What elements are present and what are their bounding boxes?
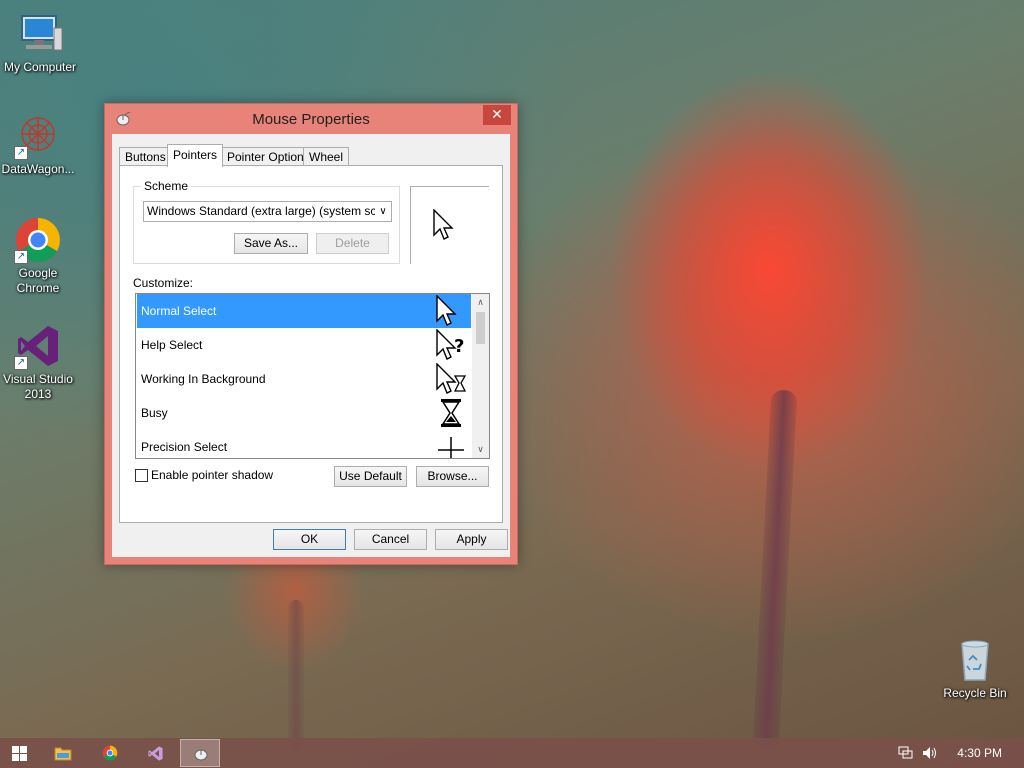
desktop-icon-label: Google Chrome: [16, 266, 60, 295]
scheme-dropdown[interactable]: Windows Standard (extra large) (system s…: [143, 201, 392, 222]
desktop-icon-google-chrome[interactable]: ↗ Google Chrome: [0, 216, 78, 296]
desktop-icon-label: Visual Studio 2013: [3, 372, 73, 401]
wallpaper-flower-stem-small: [288, 600, 304, 750]
recycle-bin-icon: [951, 636, 999, 684]
wallpaper-flower-stem: [752, 389, 798, 751]
taskbar-file-explorer[interactable]: [43, 739, 83, 767]
mouse-properties-window: Mouse Properties ✕ Buttons Pointers Poin…: [104, 103, 518, 565]
desktop-icon-datawagon[interactable]: ↗ DataWagon...: [0, 112, 78, 177]
close-button[interactable]: ✕: [483, 105, 511, 125]
list-item[interactable]: Help Select ?: [137, 328, 471, 362]
desktop-icon-recycle-bin[interactable]: Recycle Bin: [935, 636, 1015, 701]
delete-button[interactable]: Delete: [316, 233, 389, 254]
desktop-icon-my-computer[interactable]: My Computer: [0, 10, 80, 75]
start-button[interactable]: [0, 739, 40, 767]
browse-button[interactable]: Browse...: [416, 466, 489, 487]
tab-pointer-options[interactable]: Pointer Options: [221, 147, 316, 166]
pointer-name: Busy: [141, 406, 168, 420]
list-item[interactable]: Working In Background: [137, 362, 471, 396]
svg-text:?: ?: [454, 336, 464, 357]
close-icon: ✕: [491, 106, 503, 122]
save-as-button[interactable]: Save As...: [234, 233, 308, 254]
taskbar-chrome[interactable]: [90, 739, 130, 767]
taskbar-clock[interactable]: 4:30 PM: [957, 746, 1002, 760]
scheme-legend: Scheme: [141, 179, 192, 193]
scroll-thumb[interactable]: [476, 312, 485, 344]
chevron-down-icon[interactable]: ∨: [472, 441, 489, 458]
enable-pointer-shadow-checkbox[interactable]: [135, 469, 148, 482]
chrome-icon: ↗: [14, 216, 62, 264]
pointer-name: Help Select: [141, 338, 203, 352]
crosshair-cursor-icon: [438, 437, 464, 458]
desktop-icon-label: Recycle Bin: [943, 686, 1007, 700]
pointers-tab-panel: Scheme Windows Standard (extra large) (s…: [119, 165, 503, 523]
pointer-name: Precision Select: [141, 440, 228, 454]
folder-icon: [54, 747, 72, 761]
tab-buttons[interactable]: Buttons: [119, 147, 172, 166]
speaker-icon[interactable]: [922, 746, 938, 760]
datawagon-icon: ↗: [14, 112, 62, 160]
tab-pointers[interactable]: Pointers: [167, 144, 224, 167]
use-default-button[interactable]: Use Default: [334, 466, 407, 487]
ok-button[interactable]: OK: [273, 529, 346, 550]
pointer-name: Working In Background: [141, 372, 266, 386]
shortcut-arrow-icon: ↗: [14, 250, 28, 264]
chevron-down-icon: ∨: [375, 202, 391, 221]
window-title: Mouse Properties: [252, 111, 370, 128]
visual-studio-icon: [148, 746, 163, 761]
scheme-groupbox: Scheme Windows Standard (extra large) (s…: [133, 179, 400, 264]
desktop-icon-label: My Computer: [3, 60, 77, 74]
apply-button[interactable]: Apply: [435, 529, 508, 550]
arrow-cursor-icon: [436, 295, 457, 326]
list-scrollbar[interactable]: ∧ ∨: [472, 294, 489, 458]
dialog-client-area: Buttons Pointers Pointer Options Wheel S…: [112, 134, 510, 557]
desktop-icon-visual-studio[interactable]: ↗ Visual Studio 2013: [0, 322, 78, 402]
cancel-button[interactable]: Cancel: [354, 529, 427, 550]
list-item[interactable]: Precision Select: [137, 430, 471, 458]
shortcut-arrow-icon: ↗: [14, 356, 28, 370]
arrow-cursor-icon: [433, 209, 454, 240]
taskbar-visual-studio[interactable]: [135, 739, 175, 767]
computer-icon: [16, 10, 64, 58]
list-item[interactable]: Normal Select: [137, 294, 471, 328]
help-cursor-icon: ?: [436, 329, 464, 360]
hourglass-cursor-icon: [441, 399, 461, 427]
title-bar[interactable]: Mouse Properties ✕: [105, 104, 517, 134]
windows-logo-icon: [12, 746, 27, 761]
scheme-selected-value: Windows Standard (extra large) (system s…: [147, 204, 392, 218]
enable-pointer-shadow-label: Enable pointer shadow: [151, 468, 274, 482]
customize-label: Customize:: [133, 276, 194, 290]
tab-wheel[interactable]: Wheel: [303, 147, 350, 166]
pointer-list[interactable]: Normal Select Help Select ? Working In B…: [135, 293, 490, 459]
desktop-icon-label: DataWagon...: [1, 162, 75, 176]
pointer-preview: [410, 186, 489, 264]
list-item[interactable]: Busy: [137, 396, 471, 430]
chrome-icon: [102, 745, 118, 761]
pointer-name: Normal Select: [141, 304, 217, 318]
taskbar: 4:30 PM: [0, 738, 1024, 768]
working-cursor-icon: [436, 363, 467, 394]
taskbar-mouse-properties[interactable]: [180, 739, 220, 767]
visual-studio-icon: ↗: [14, 322, 62, 370]
mouse-icon: [194, 749, 208, 761]
network-icon[interactable]: [898, 746, 914, 760]
chevron-up-icon[interactable]: ∧: [472, 294, 489, 311]
shortcut-arrow-icon: ↗: [14, 146, 28, 160]
